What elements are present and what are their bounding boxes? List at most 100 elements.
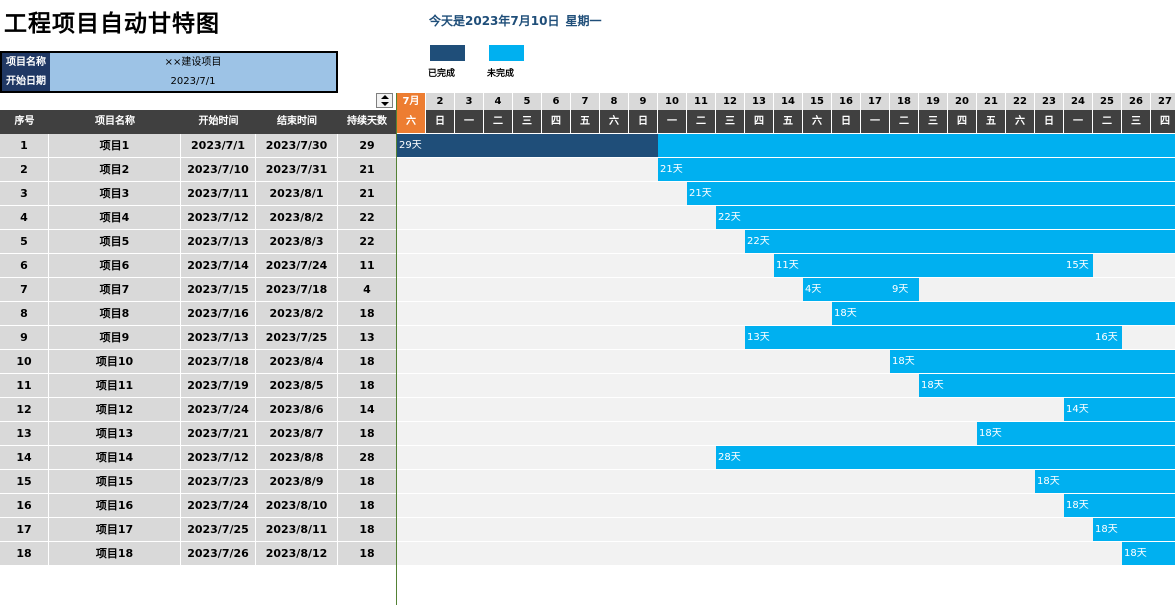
spin-up-icon[interactable] bbox=[381, 95, 389, 99]
cell-duration[interactable]: 18 bbox=[338, 542, 396, 565]
cell-name[interactable]: 项目16 bbox=[49, 494, 180, 517]
cell-duration[interactable]: 21 bbox=[338, 158, 396, 181]
cell-start[interactable]: 2023/7/1 bbox=[181, 134, 255, 157]
gantt-bar-incomplete[interactable] bbox=[832, 302, 1175, 325]
cell-index[interactable]: 9 bbox=[0, 326, 48, 349]
gantt-bar-incomplete[interactable] bbox=[745, 230, 1175, 253]
cell-name[interactable]: 项目2 bbox=[49, 158, 180, 181]
cell-start[interactable]: 2023/7/14 bbox=[181, 254, 255, 277]
gantt-bar-incomplete[interactable] bbox=[658, 158, 1175, 181]
cell-start[interactable]: 2023/7/13 bbox=[181, 230, 255, 253]
gantt-bar-completed[interactable] bbox=[397, 134, 658, 157]
cell-duration[interactable]: 18 bbox=[338, 302, 396, 325]
cell-start[interactable]: 2023/7/11 bbox=[181, 182, 255, 205]
cell-end[interactable]: 2023/8/8 bbox=[256, 446, 337, 469]
project-name-value[interactable]: ××建设项目 bbox=[50, 53, 336, 72]
cell-index[interactable]: 14 bbox=[0, 446, 48, 469]
cell-index[interactable]: 2 bbox=[0, 158, 48, 181]
cell-name[interactable]: 项目13 bbox=[49, 422, 180, 445]
cell-end[interactable]: 2023/8/10 bbox=[256, 494, 337, 517]
cell-start[interactable]: 2023/7/23 bbox=[181, 470, 255, 493]
cell-name[interactable]: 项目4 bbox=[49, 206, 180, 229]
cell-end[interactable]: 2023/8/4 bbox=[256, 350, 337, 373]
spin-down-icon[interactable] bbox=[381, 102, 389, 106]
cell-end[interactable]: 2023/8/1 bbox=[256, 182, 337, 205]
cell-end[interactable]: 2023/8/5 bbox=[256, 374, 337, 397]
cell-name[interactable]: 项目11 bbox=[49, 374, 180, 397]
cell-start[interactable]: 2023/7/25 bbox=[181, 518, 255, 541]
cell-duration[interactable]: 4 bbox=[338, 278, 396, 301]
cell-name[interactable]: 项目8 bbox=[49, 302, 180, 325]
cell-name[interactable]: 项目18 bbox=[49, 542, 180, 565]
cell-duration[interactable]: 18 bbox=[338, 350, 396, 373]
cell-duration[interactable]: 18 bbox=[338, 494, 396, 517]
cell-duration[interactable]: 28 bbox=[338, 446, 396, 469]
cell-end[interactable]: 2023/8/11 bbox=[256, 518, 337, 541]
cell-duration[interactable]: 18 bbox=[338, 374, 396, 397]
cell-end[interactable]: 2023/8/12 bbox=[256, 542, 337, 565]
cell-end[interactable]: 2023/8/3 bbox=[256, 230, 337, 253]
cell-index[interactable]: 10 bbox=[0, 350, 48, 373]
cell-start[interactable]: 2023/7/12 bbox=[181, 446, 255, 469]
cell-end[interactable]: 2023/7/30 bbox=[256, 134, 337, 157]
cell-end[interactable]: 2023/8/2 bbox=[256, 206, 337, 229]
start-date-value[interactable]: 2023/7/1 bbox=[50, 72, 336, 91]
cell-name[interactable]: 项目15 bbox=[49, 470, 180, 493]
cell-name[interactable]: 项目9 bbox=[49, 326, 180, 349]
gantt-bar-incomplete[interactable] bbox=[687, 182, 1175, 205]
cell-start[interactable]: 2023/7/13 bbox=[181, 326, 255, 349]
cell-start[interactable]: 2023/7/24 bbox=[181, 494, 255, 517]
cell-index[interactable]: 13 bbox=[0, 422, 48, 445]
gantt-bar-incomplete[interactable] bbox=[716, 446, 1175, 469]
cell-duration[interactable]: 21 bbox=[338, 182, 396, 205]
cell-end[interactable]: 2023/7/24 bbox=[256, 254, 337, 277]
cell-index[interactable]: 12 bbox=[0, 398, 48, 421]
cell-start[interactable]: 2023/7/15 bbox=[181, 278, 255, 301]
cell-end[interactable]: 2023/8/2 bbox=[256, 302, 337, 325]
gantt-bar-incomplete[interactable] bbox=[890, 350, 1175, 373]
cell-end[interactable]: 2023/7/31 bbox=[256, 158, 337, 181]
cell-name[interactable]: 项目1 bbox=[49, 134, 180, 157]
cell-end[interactable]: 2023/8/6 bbox=[256, 398, 337, 421]
cell-index[interactable]: 16 bbox=[0, 494, 48, 517]
cell-index[interactable]: 18 bbox=[0, 542, 48, 565]
cell-duration[interactable]: 14 bbox=[338, 398, 396, 421]
cell-index[interactable]: 15 bbox=[0, 470, 48, 493]
cell-start[interactable]: 2023/7/19 bbox=[181, 374, 255, 397]
cell-start[interactable]: 2023/7/26 bbox=[181, 542, 255, 565]
cell-end[interactable]: 2023/8/9 bbox=[256, 470, 337, 493]
cell-duration[interactable]: 22 bbox=[338, 206, 396, 229]
cell-index[interactable]: 1 bbox=[0, 134, 48, 157]
gantt-bar-incomplete[interactable] bbox=[977, 422, 1175, 445]
cell-duration[interactable]: 18 bbox=[338, 518, 396, 541]
cell-index[interactable]: 17 bbox=[0, 518, 48, 541]
cell-duration[interactable]: 18 bbox=[338, 470, 396, 493]
cell-duration[interactable]: 18 bbox=[338, 422, 396, 445]
cell-name[interactable]: 项目10 bbox=[49, 350, 180, 373]
cell-index[interactable]: 6 bbox=[0, 254, 48, 277]
cell-start[interactable]: 2023/7/10 bbox=[181, 158, 255, 181]
cell-index[interactable]: 11 bbox=[0, 374, 48, 397]
cell-end[interactable]: 2023/7/25 bbox=[256, 326, 337, 349]
gantt-bar-incomplete[interactable] bbox=[774, 254, 1093, 277]
cell-end[interactable]: 2023/7/18 bbox=[256, 278, 337, 301]
cell-duration[interactable]: 22 bbox=[338, 230, 396, 253]
cell-name[interactable]: 项目5 bbox=[49, 230, 180, 253]
cell-start[interactable]: 2023/7/24 bbox=[181, 398, 255, 421]
date-spinner[interactable] bbox=[376, 93, 393, 108]
cell-name[interactable]: 项目6 bbox=[49, 254, 180, 277]
cell-start[interactable]: 2023/7/16 bbox=[181, 302, 255, 325]
cell-index[interactable]: 7 bbox=[0, 278, 48, 301]
cell-name[interactable]: 项目17 bbox=[49, 518, 180, 541]
cell-index[interactable]: 4 bbox=[0, 206, 48, 229]
cell-index[interactable]: 3 bbox=[0, 182, 48, 205]
cell-duration[interactable]: 13 bbox=[338, 326, 396, 349]
gantt-bar-incomplete[interactable] bbox=[658, 134, 1175, 157]
cell-index[interactable]: 5 bbox=[0, 230, 48, 253]
cell-start[interactable]: 2023/7/12 bbox=[181, 206, 255, 229]
cell-name[interactable]: 项目14 bbox=[49, 446, 180, 469]
cell-name[interactable]: 项目3 bbox=[49, 182, 180, 205]
cell-start[interactable]: 2023/7/21 bbox=[181, 422, 255, 445]
gantt-bar-incomplete[interactable] bbox=[716, 206, 1175, 229]
cell-name[interactable]: 项目12 bbox=[49, 398, 180, 421]
